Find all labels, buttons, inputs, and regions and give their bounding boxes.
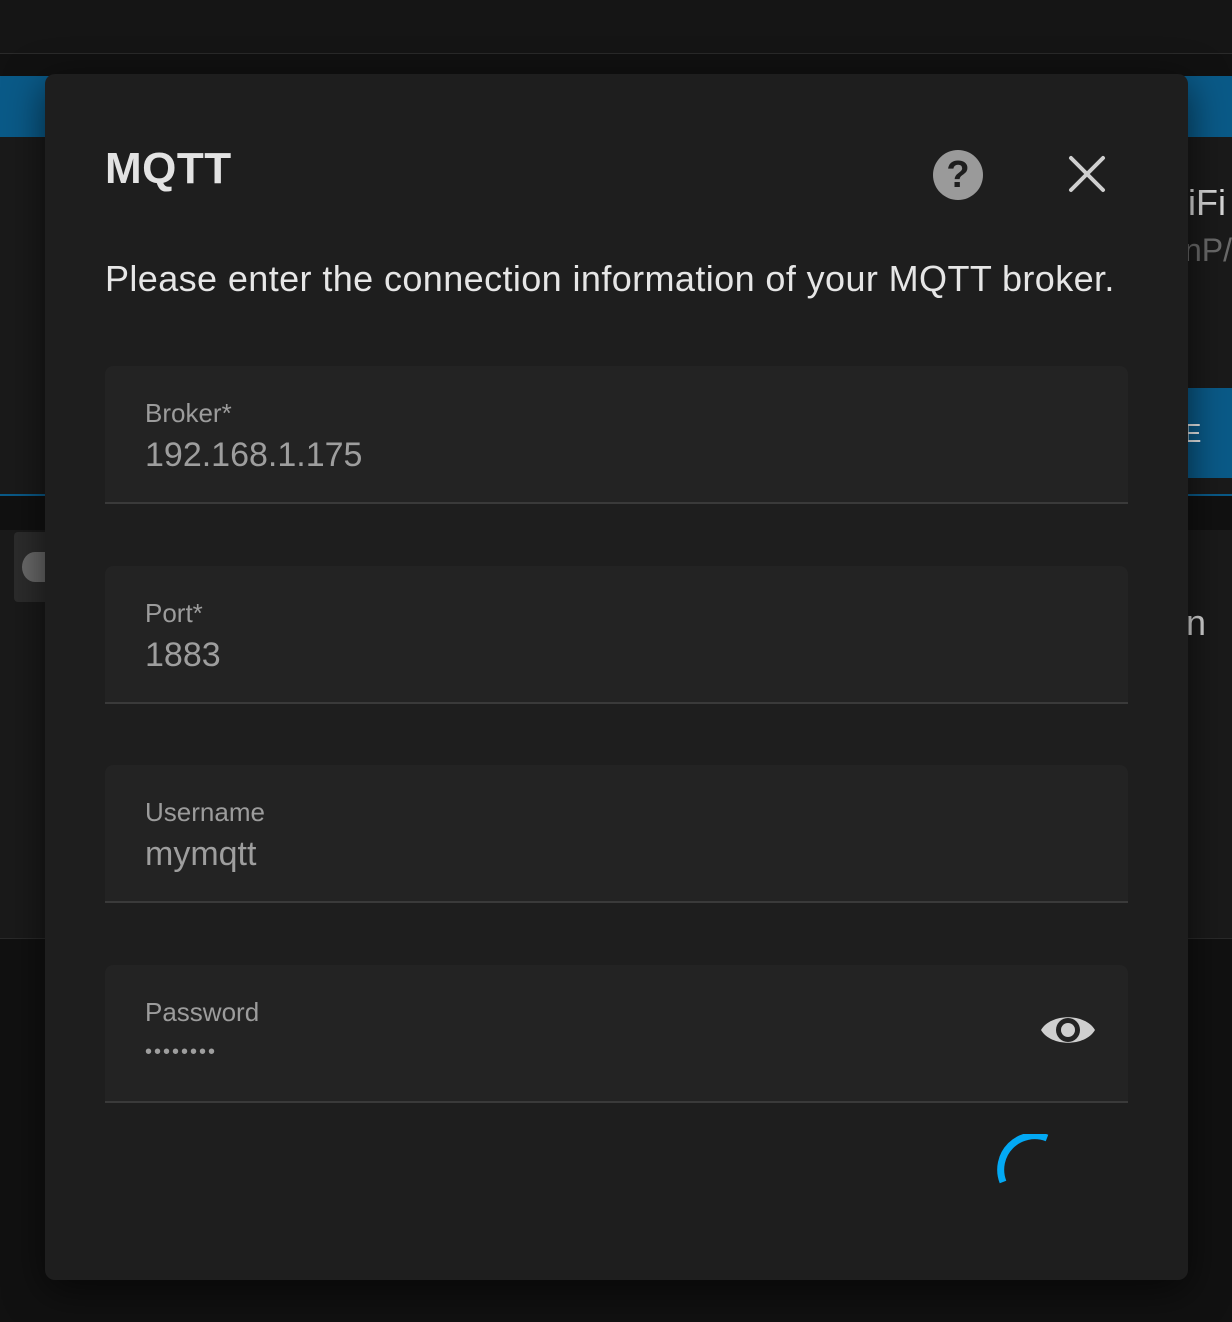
username-input[interactable]: mymqtt: [145, 835, 256, 874]
background-partial-subtext: nP/: [1184, 232, 1232, 268]
background-top-bar: [0, 0, 1232, 54]
password-field[interactable]: Password ••••••••: [105, 965, 1128, 1103]
port-input[interactable]: 1883: [145, 636, 221, 675]
close-icon: [1069, 156, 1105, 192]
background-partial-text: iFi: [1188, 182, 1226, 223]
password-input[interactable]: ••••••••: [145, 1041, 217, 1064]
help-button[interactable]: ?: [933, 150, 983, 200]
dialog-description: Please enter the connection information …: [105, 258, 1115, 299]
broker-label: Broker*: [145, 398, 232, 428]
eye-icon: [1041, 1017, 1095, 1043]
port-field[interactable]: Port* 1883: [105, 566, 1128, 704]
dialog-title: MQTT: [105, 144, 232, 193]
port-label: Port*: [145, 598, 203, 628]
loading-spinner: [997, 1134, 1049, 1184]
close-button[interactable]: [1063, 150, 1111, 198]
background-partial-text-2: n: [1186, 602, 1207, 643]
help-icon: ?: [946, 154, 970, 196]
broker-field[interactable]: Broker* 192.168.1.175: [105, 366, 1128, 504]
mqtt-dialog: MQTT ? Please enter the connection infor…: [45, 74, 1188, 1280]
broker-input[interactable]: 192.168.1.175: [145, 436, 362, 475]
show-password-button[interactable]: [1039, 1005, 1097, 1055]
password-label: Password: [145, 997, 260, 1027]
username-label: Username: [145, 797, 265, 827]
username-field[interactable]: Username mymqtt: [105, 765, 1128, 903]
